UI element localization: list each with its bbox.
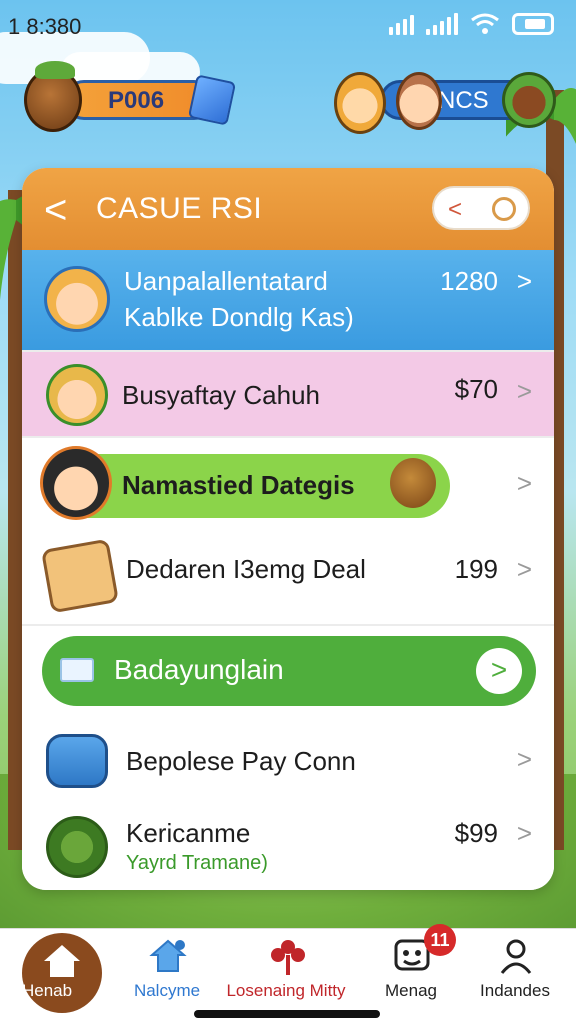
list-item[interactable]: Kericanme Yayrd Tramane) $99 >	[22, 806, 554, 890]
list-item[interactable]: Busyaftay Cahuh $70 >	[22, 352, 554, 438]
list-item[interactable]: Namastied Dategis >	[22, 438, 554, 534]
nav-home[interactable]: Henab	[22, 933, 102, 1013]
mail-icon	[60, 658, 94, 682]
signal-icon	[426, 13, 458, 35]
nav-label: Nalcyme	[133, 981, 201, 1000]
list-item-title: Bepolese Pay Conn	[126, 746, 356, 776]
girl-avatar-icon[interactable]	[334, 72, 386, 134]
flower-icon	[271, 940, 305, 975]
profile-icon	[500, 939, 532, 974]
status-icons	[389, 12, 554, 36]
card-header: < CASUE RSI <	[22, 168, 554, 250]
gem-icon	[187, 74, 237, 126]
list-item-value: 1280	[440, 266, 498, 296]
nav-label: Menag	[385, 981, 437, 1000]
list-item-title: Kericanme	[126, 818, 251, 848]
chevron-right-icon[interactable]: >	[517, 266, 532, 297]
top-resources: P006 NCS	[0, 60, 576, 140]
wifi-icon	[471, 13, 499, 34]
baby-avatar-icon[interactable]	[396, 72, 442, 130]
chevron-right-icon[interactable]: >	[517, 744, 532, 775]
boy-avatar-icon	[44, 266, 110, 332]
coconut-face-icon	[390, 458, 436, 508]
main-card: < CASUE RSI < Uanpalallentatard Kablke D…	[22, 168, 554, 890]
coconut-avatar-icon[interactable]	[24, 61, 82, 132]
list-item-subtitle: Yayrd Tramane)	[126, 852, 268, 874]
currency-pill-text: P006	[108, 87, 165, 114]
chevron-right-icon[interactable]: >	[517, 554, 532, 585]
compass-icon	[46, 816, 108, 878]
primary-action-button[interactable]: Badayunglain >	[42, 636, 536, 706]
notification-badge: 11	[424, 924, 456, 956]
nav-label: Indandes	[480, 981, 550, 1000]
calendar-icon	[40, 538, 120, 614]
chevron-right-icon[interactable]: >	[517, 376, 532, 407]
home-indicator[interactable]	[194, 1010, 380, 1018]
header-actions[interactable]: <	[432, 186, 530, 230]
chevron-right-icon[interactable]: >	[517, 468, 532, 499]
kid-avatar-icon	[46, 364, 108, 426]
list-item[interactable]: Uanpalallentatard Kablke Dondlg Kas) 128…	[22, 250, 554, 352]
players-pill-text: NCS	[438, 87, 489, 114]
list-item-title: Uanpalallentatard	[124, 266, 328, 296]
status-time: 1 8:380	[8, 14, 82, 39]
list-item-title: Busyaftay Cahuh	[122, 380, 321, 410]
list-item-title: Dedaren I3emg Deal	[126, 554, 366, 584]
arrow-right-icon[interactable]: >	[476, 648, 522, 694]
back-chevron-icon[interactable]: <	[44, 190, 76, 230]
tree-avatar-icon[interactable]	[502, 72, 556, 128]
status-bar: 1 8:380	[0, 0, 576, 50]
nav-item[interactable]: Indandes	[460, 929, 570, 1024]
page-title: CASUE RSI	[96, 192, 263, 225]
home-icon	[44, 945, 80, 977]
list-item-value: $70	[454, 374, 498, 404]
car-icon	[46, 734, 108, 788]
battery-icon	[512, 13, 554, 35]
share-icon[interactable]: <	[448, 196, 462, 224]
list-item-title: Namastied Dategis	[122, 470, 355, 500]
list-item-value: $99	[454, 818, 498, 848]
nav-label: Henab	[22, 981, 73, 1000]
list-item[interactable]: Dedaren I3emg Deal 199 >	[22, 534, 554, 626]
toggle-icon[interactable]	[492, 197, 516, 221]
boy-avatar-icon	[40, 446, 112, 520]
nav-label: Losenaing Mitty	[226, 981, 346, 1000]
signal-icon	[389, 13, 414, 35]
chevron-right-icon[interactable]: >	[517, 818, 532, 849]
list-item[interactable]: Bepolese Pay Conn >	[22, 720, 554, 806]
house-icon	[149, 939, 187, 972]
list-item-value: 199	[454, 554, 498, 584]
primary-action-label: Badayunglain	[114, 654, 284, 685]
list-item-subtitle: Kablke Dondlg Kas)	[124, 302, 354, 332]
